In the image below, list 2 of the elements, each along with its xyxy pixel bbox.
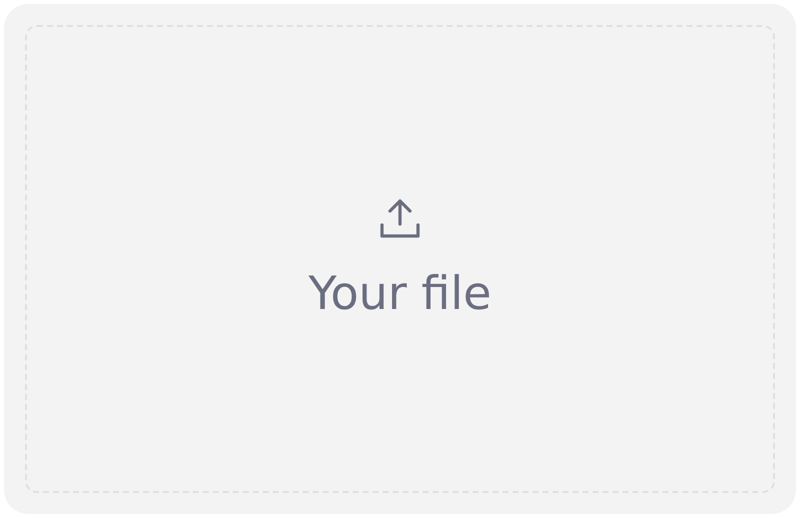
upload-label: Your file <box>308 270 492 316</box>
drop-zone[interactable]: Your file <box>25 25 775 493</box>
